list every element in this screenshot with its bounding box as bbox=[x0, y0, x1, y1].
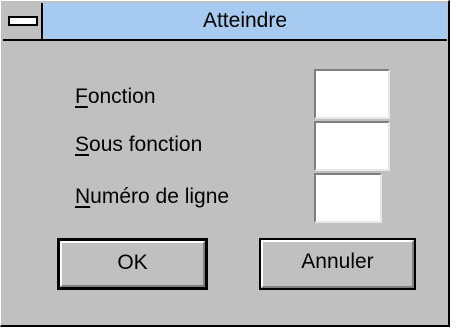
dialog-title: Atteindre bbox=[202, 9, 288, 32]
title-bar: Atteindre bbox=[3, 3, 447, 41]
fonction-input[interactable] bbox=[314, 69, 390, 119]
sous-fonction-label: Sous fonction bbox=[75, 133, 202, 157]
ok-button-label: OK bbox=[117, 251, 148, 274]
fonction-label-text: onction bbox=[87, 85, 156, 108]
system-menu-icon bbox=[8, 16, 38, 26]
sous-fonction-label-access-key: S bbox=[75, 133, 90, 156]
ok-button[interactable]: OK bbox=[57, 238, 208, 290]
numero-ligne-label-access-key: N bbox=[75, 185, 91, 208]
cancel-button-label: Annuler bbox=[301, 250, 374, 273]
numero-ligne-input[interactable] bbox=[314, 173, 382, 223]
cancel-button[interactable]: Annuler bbox=[259, 238, 416, 290]
goto-dialog: Atteindre Fonction Sous fonction Numéro … bbox=[0, 0, 450, 327]
sous-fonction-label-text: ous fonction bbox=[89, 133, 203, 156]
sous-fonction-input[interactable] bbox=[314, 121, 390, 171]
system-menu-button[interactable] bbox=[3, 3, 43, 39]
numero-ligne-label: Numéro de ligne bbox=[75, 185, 229, 209]
fonction-label: Fonction bbox=[75, 85, 156, 109]
fonction-label-access-key: F bbox=[75, 85, 88, 108]
numero-ligne-label-text: uméro de ligne bbox=[90, 185, 230, 208]
